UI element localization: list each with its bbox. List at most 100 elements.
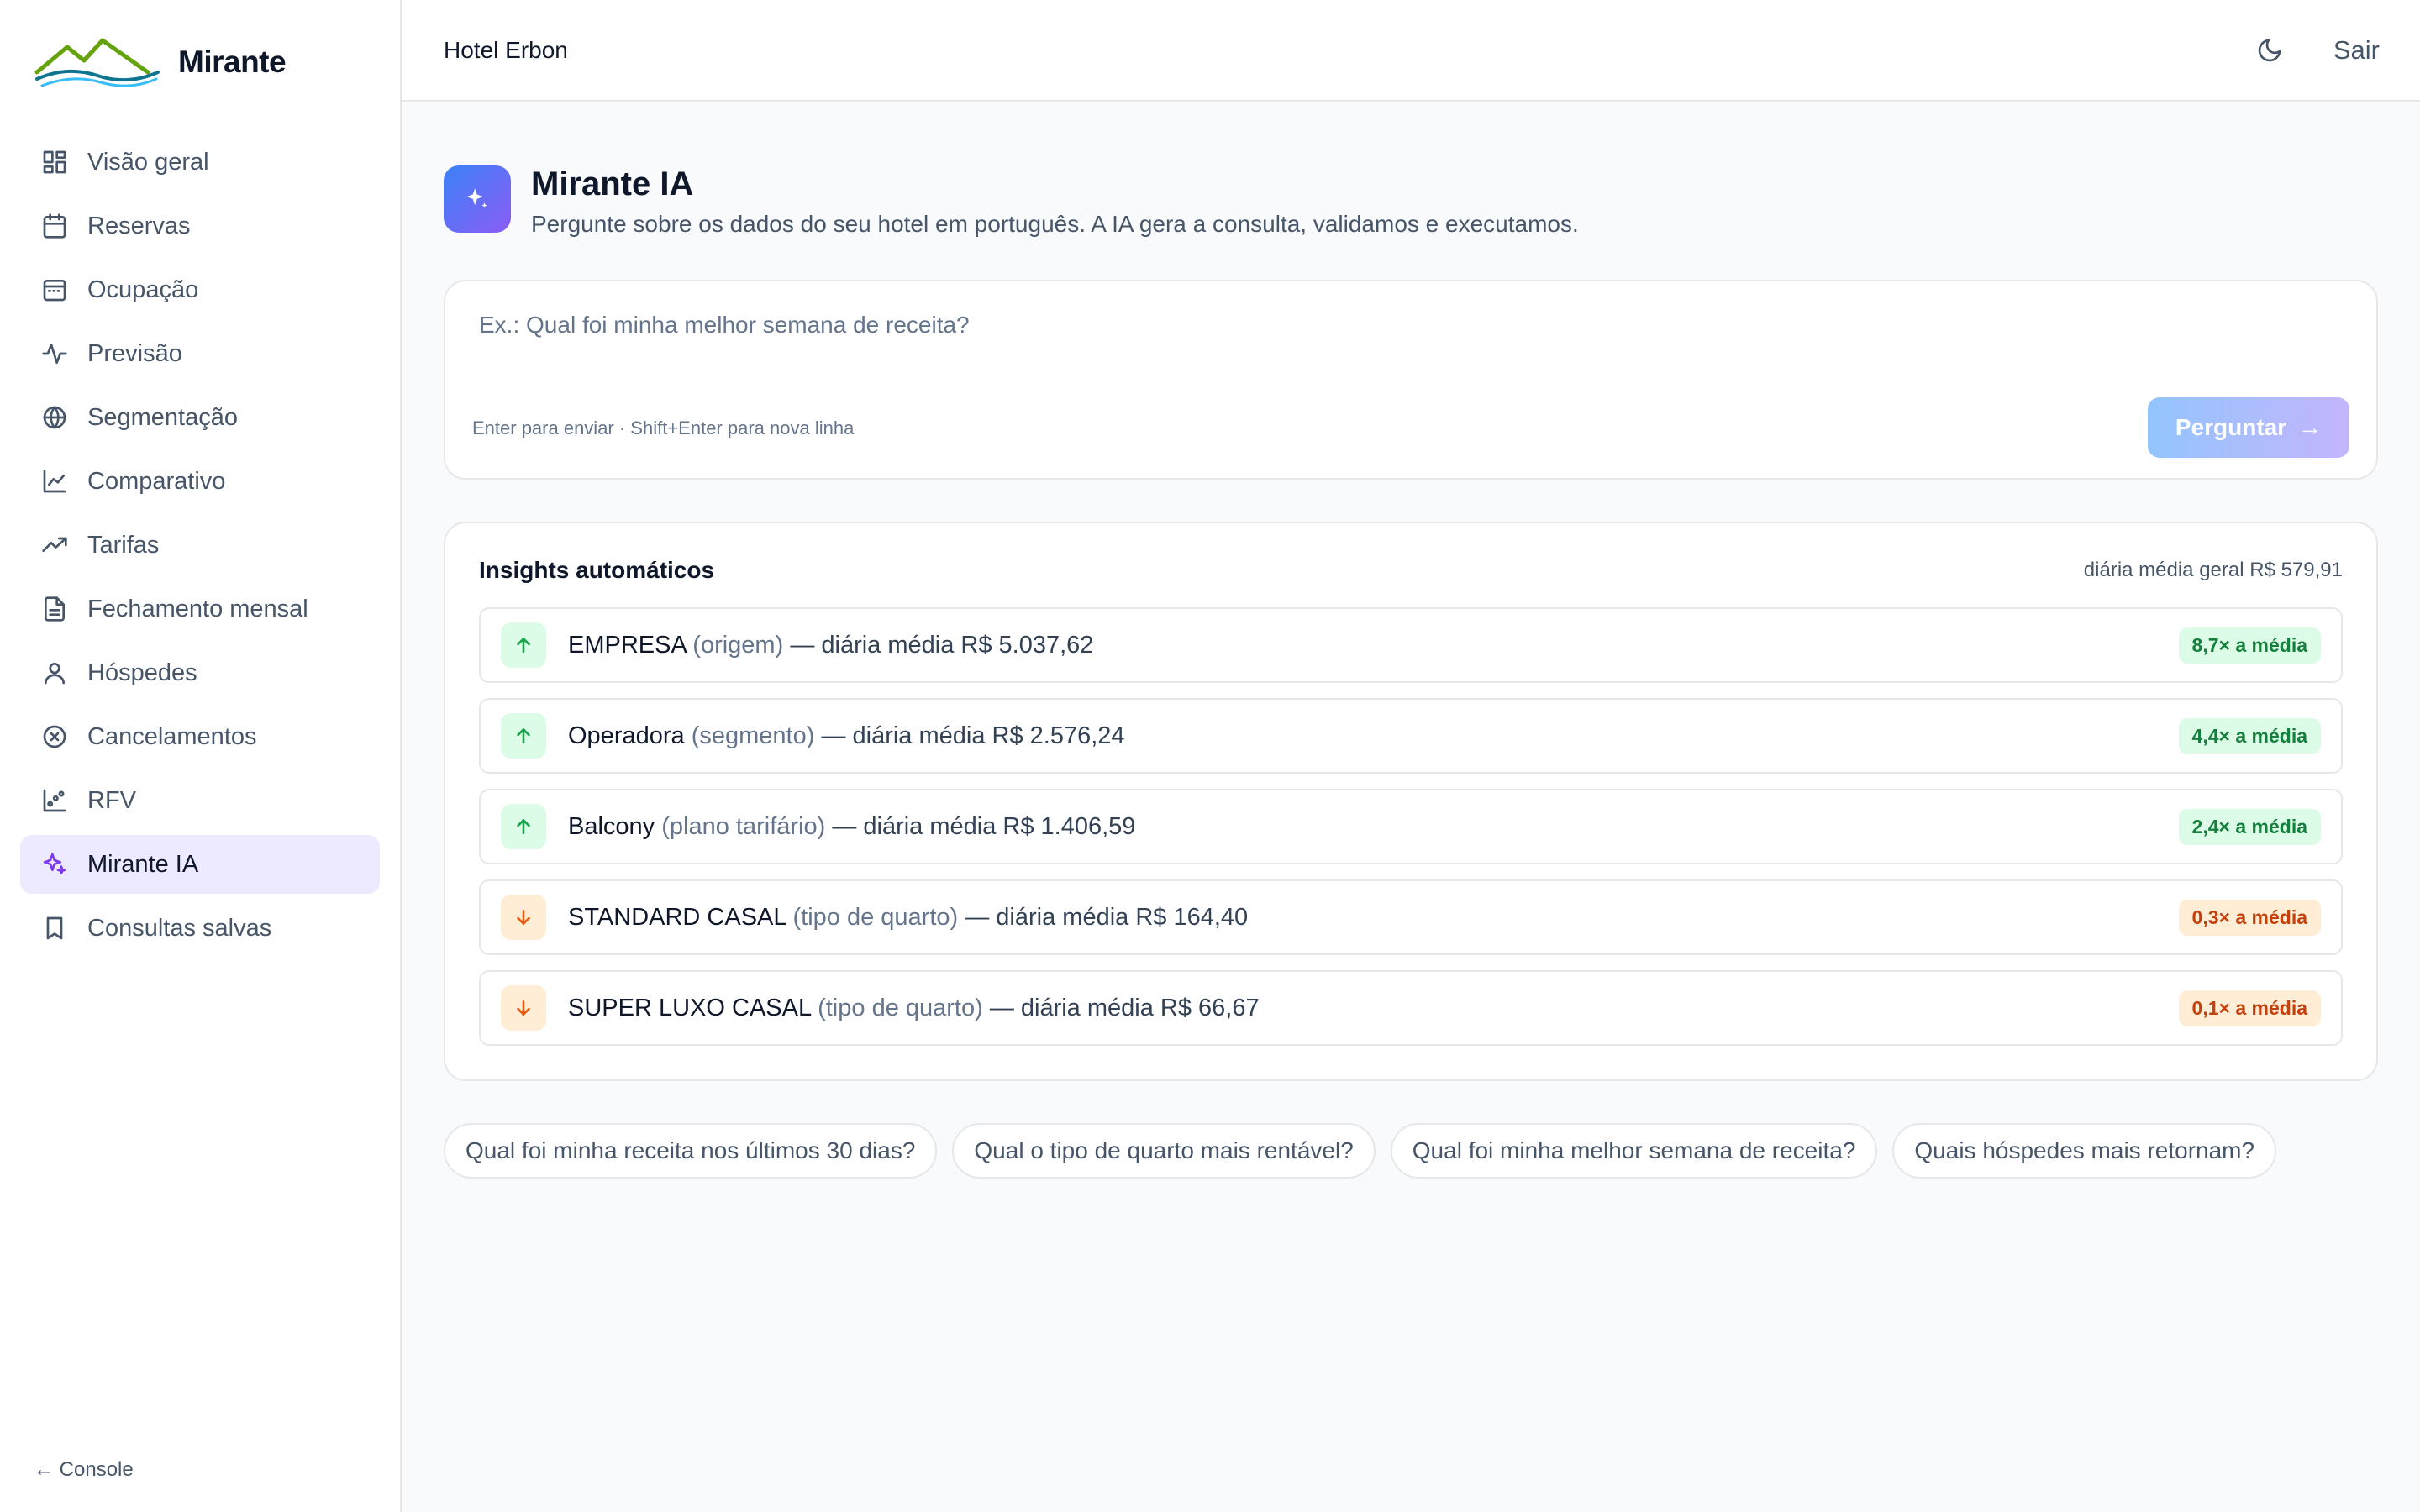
sidebar-item-label: Ocupação [87, 276, 199, 303]
sidebar-item-reservas[interactable]: Reservas [20, 197, 380, 255]
insight-value: — diária média R$ 2.576,24 [821, 722, 1125, 749]
sparkle-badge-icon [444, 165, 511, 233]
insight-name: STANDARD CASAL [568, 903, 786, 931]
insight-name: Balcony [568, 812, 655, 840]
suggestion-chip[interactable]: Qual foi minha melhor semana de receita? [1390, 1123, 1878, 1179]
sidebar-item-label: Fechamento mensal [87, 595, 308, 622]
sidebar: Mirante Visão geral Reservas Ocupação Pr… [0, 0, 402, 1512]
insights-card: Insights automáticos diária média geral … [444, 522, 2378, 1081]
insights-title: Insights automáticos [479, 557, 715, 583]
ratio-badge: 2,4× a média [2178, 808, 2321, 845]
ask-card: Enter para enviar · Shift+Enter para nov… [444, 280, 2378, 480]
sidebar-item-label: Segmentação [87, 403, 238, 431]
insight-row: SUPER LUXO CASAL (tipo de quarto) — diár… [479, 970, 2343, 1046]
insight-text: STANDARD CASAL (tipo de quarto) — diária… [568, 904, 2179, 932]
brand-name: Mirante [178, 45, 287, 79]
question-input[interactable] [479, 312, 2343, 339]
insight-text: EMPRESA (origem) — diária média R$ 5.037… [568, 632, 2179, 659]
ask-button-label: Perguntar [2175, 414, 2287, 440]
insight-row: Operadora (segmento) — diária média R$ 2… [479, 698, 2343, 774]
insight-text: Balcony (plano tarifário) — diária média… [568, 813, 2179, 841]
insight-name: Operadora [568, 722, 685, 749]
ratio-badge: 0,3× a média [2178, 899, 2321, 936]
console-link[interactable]: ← Console [34, 1458, 134, 1482]
sidebar-item-segmentacao[interactable]: Segmentação [20, 388, 380, 447]
page-title: Mirante IA [531, 165, 694, 202]
topbar: Hotel Erbon Sair [402, 0, 2420, 102]
insight-name: EMPRESA [568, 631, 687, 659]
page-subtitle: Pergunte sobre os dados do seu hotel em … [531, 211, 1579, 237]
insight-kind: (segmento) [691, 722, 815, 749]
sidebar-item-label: Consultas salvas [87, 914, 272, 942]
sidebar-item-cancelamentos[interactable]: Cancelamentos [20, 707, 380, 766]
ratio-badge: 8,7× a média [2178, 627, 2321, 664]
sidebar-item-label: Hóspedes [87, 659, 197, 686]
sidebar-item-previsao[interactable]: Previsão [20, 324, 380, 383]
insights-header: Insights automáticos diária média geral … [479, 557, 2343, 584]
insight-value: — diária média R$ 66,67 [989, 994, 1260, 1021]
pulse-icon [40, 339, 69, 368]
sidebar-item-comparativo[interactable]: Comparativo [20, 452, 380, 511]
sidebar-item-label: Tarifas [87, 531, 160, 559]
insight-value: — diária média R$ 5.037,62 [790, 631, 1094, 659]
sidebar-item-label: Visão geral [87, 148, 209, 176]
arrow-down-icon [501, 895, 546, 940]
insight-text: SUPER LUXO CASAL (tipo de quarto) — diár… [568, 995, 2179, 1022]
sidebar-item-fechamento-mensal[interactable]: Fechamento mensal [20, 580, 380, 638]
sidebar-item-tarifas[interactable]: Tarifas [20, 516, 380, 575]
sidebar-item-hospedes[interactable]: Hóspedes [20, 643, 380, 702]
sparkles-icon [40, 850, 69, 879]
sidebar-item-consultas-salvas[interactable]: Consultas salvas [20, 899, 380, 958]
x-circle-icon [40, 722, 69, 751]
sidebar-item-label: Mirante IA [87, 850, 199, 878]
main-area: Hotel Erbon Sair Mirante IA Pergunte sob… [402, 0, 2420, 1512]
content: Mirante IA Pergunte sobre os dados do se… [402, 102, 2420, 1179]
insight-name: SUPER LUXO CASAL [568, 994, 812, 1021]
arrow-down-icon [501, 985, 546, 1031]
sidebar-item-visao-geral[interactable]: Visão geral [20, 133, 380, 192]
insight-row: EMPRESA (origem) — diária média R$ 5.037… [479, 607, 2343, 683]
trending-up-icon [40, 531, 69, 559]
insight-kind: (tipo de quarto) [792, 903, 959, 931]
page-header: Mirante IA Pergunte sobre os dados do se… [444, 149, 2378, 238]
sidebar-item-label: Cancelamentos [87, 722, 257, 750]
scatter-icon [40, 786, 69, 815]
top-actions: Sair [2253, 34, 2380, 67]
sidebar-item-mirante-ia[interactable]: Mirante IA [20, 835, 380, 894]
sidebar-item-label: RFV [87, 786, 136, 814]
insight-row: STANDARD CASAL (tipo de quarto) — diária… [479, 879, 2343, 955]
logout-button[interactable]: Sair [2333, 35, 2380, 66]
suggestion-chip[interactable]: Qual o tipo de quarto mais rentável? [952, 1123, 1376, 1179]
suggestion-chips: Qual foi minha receita nos últimos 30 di… [444, 1123, 2378, 1179]
moon-icon[interactable] [2253, 34, 2286, 67]
insight-value: — diária média R$ 164,40 [965, 903, 1249, 931]
file-icon [40, 595, 69, 623]
arrow-up-icon [501, 713, 546, 759]
insight-row: Balcony (plano tarifário) — diária média… [479, 789, 2343, 864]
suggestion-chip[interactable]: Qual foi minha receita nos últimos 30 di… [444, 1123, 938, 1179]
sidebar-item-rfv[interactable]: RFV [20, 771, 380, 830]
arrow-right-icon: → [2298, 414, 2323, 440]
sidebar-nav: Visão geral Reservas Ocupação Previsão S… [0, 124, 400, 958]
insight-kind: (plano tarifário) [661, 812, 826, 840]
page-heading: Mirante IA Pergunte sobre os dados do se… [531, 149, 1579, 238]
mountain-logo-icon [34, 38, 160, 87]
sidebar-item-ocupacao[interactable]: Ocupação [20, 260, 380, 319]
ask-button[interactable]: Perguntar → [2148, 397, 2349, 458]
app-root: Mirante Visão geral Reservas Ocupação Pr… [0, 0, 2420, 1512]
overall-average: diária média geral R$ 579,91 [2083, 559, 2343, 581]
calendar-icon [40, 212, 69, 240]
bookmark-icon [40, 914, 69, 942]
ratio-badge: 4,4× a média [2178, 717, 2321, 754]
brand[interactable]: Mirante [0, 0, 400, 124]
insight-text: Operadora (segmento) — diária média R$ 2… [568, 722, 2179, 750]
dashboard-grid-icon [40, 148, 69, 176]
suggestion-chip[interactable]: Quais hóspedes mais retornam? [1892, 1123, 2277, 1179]
insight-value: — diária média R$ 1.406,59 [832, 812, 1136, 840]
input-hint: Enter para enviar · Shift+Enter para nov… [472, 417, 855, 438]
insight-kind: (tipo de quarto) [818, 994, 983, 1021]
line-chart-icon [40, 467, 69, 496]
arrow-up-icon [501, 622, 546, 668]
hotel-name: Hotel Erbon [444, 36, 568, 63]
insight-kind: (origem) [692, 631, 784, 659]
